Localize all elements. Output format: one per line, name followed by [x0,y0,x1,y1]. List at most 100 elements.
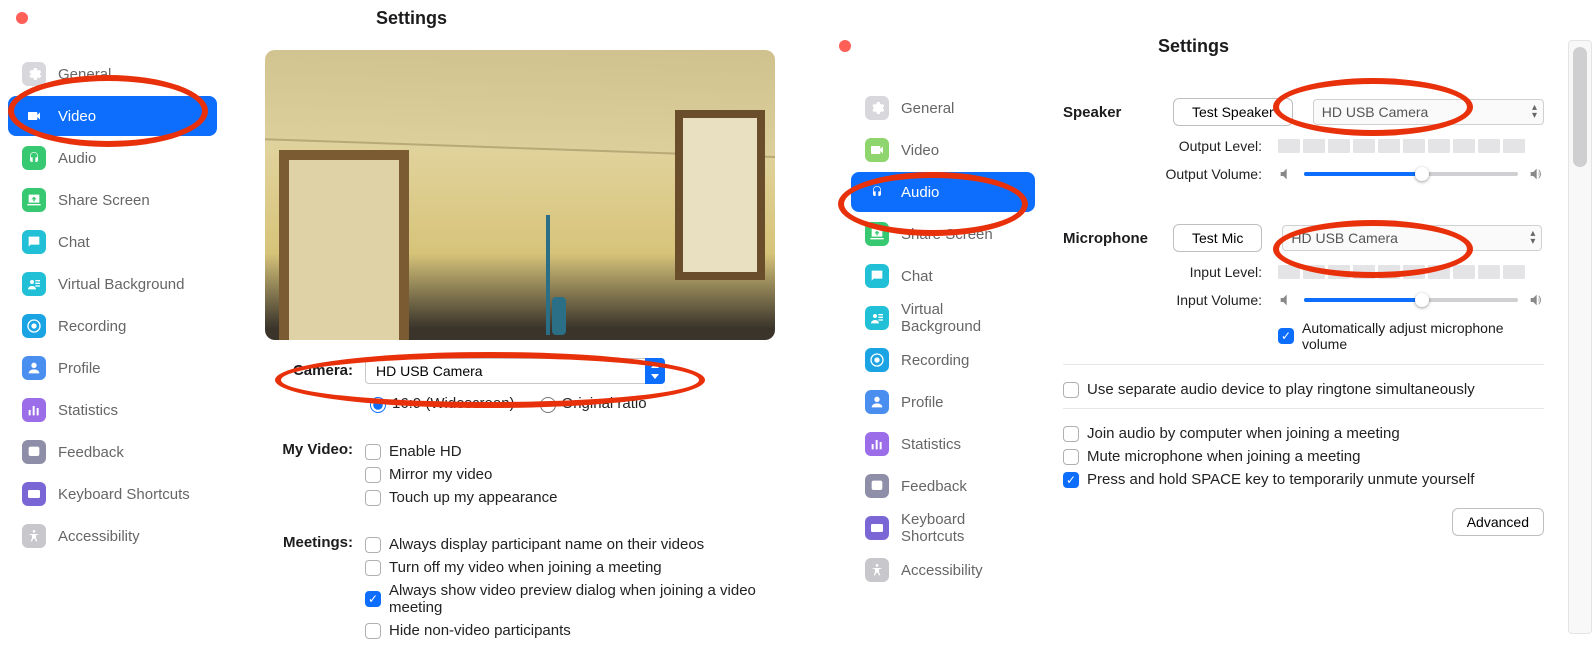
meetings-names-checkbox[interactable] [365,537,381,553]
feedback-icon [865,474,889,498]
ringtone-device-label: Use separate audio device to play ringto… [1087,381,1475,398]
sidebar-item-label: Feedback [901,478,967,495]
myvideo-hd-label: Enable HD [389,443,462,460]
advanced-button[interactable]: Advanced [1452,508,1544,536]
sidebar-item-feedback[interactable]: Feedback [851,466,1035,506]
share-icon [865,222,889,246]
ringtone-device-checkbox[interactable] [1063,382,1079,398]
test-mic-button[interactable]: Test Mic [1173,224,1262,252]
sidebar-item-chat[interactable]: Chat [8,222,217,262]
sidebar-item-share[interactable]: Share Screen [8,180,217,220]
meetings-turnoff-checkbox[interactable] [365,560,381,576]
speaker-device-select[interactable]: HD USB Camera ▴▾ [1313,99,1544,125]
sidebar-item-label: Recording [58,318,126,335]
sidebar-item-profile[interactable]: Profile [851,382,1035,422]
sidebar-item-kbd[interactable]: Keyboard Shortcuts [8,474,217,514]
audio-icon [865,180,889,204]
sidebar-item-video[interactable]: Video [851,130,1035,170]
output-volume-slider[interactable] [1304,172,1518,176]
audio-joinaudio-checkbox[interactable] [1063,426,1079,442]
sidebar-item-stats[interactable]: Statistics [8,390,217,430]
speaker-label: Speaker [1063,104,1173,121]
meetings-hidenv-checkbox[interactable] [365,623,381,639]
myvideo-mirror-label: Mirror my video [389,466,492,483]
sidebar-item-label: Recording [901,352,969,369]
camera-select[interactable]: HD USB Camera [365,358,665,384]
titlebar: Settings [0,0,823,36]
sidebar-item-a11y[interactable]: Accessibility [851,550,1035,590]
scrollbar-thumb[interactable] [1573,47,1587,167]
chat-icon [865,264,889,288]
window-close-button[interactable] [16,12,28,24]
sidebar-item-audio[interactable]: Audio [851,172,1035,212]
input-volume-slider[interactable] [1304,298,1518,302]
sidebar-item-general[interactable]: General [851,88,1035,128]
sidebar-item-label: Audio [58,150,96,167]
sidebar-item-label: Keyboard Shortcuts [901,511,1021,545]
feedback-icon [22,440,46,464]
sidebar-item-label: Video [901,142,939,159]
rec-icon [865,348,889,372]
settings-window-audio: Settings GeneralVideoAudioShare ScreenCh… [823,28,1564,636]
sidebar-item-rec[interactable]: Recording [8,306,217,346]
sidebar-item-label: Share Screen [58,192,150,209]
meetings-names-label: Always display participant name on their… [389,536,704,553]
speaker-low-icon [1278,292,1294,308]
sidebar-item-rec[interactable]: Recording [851,340,1035,380]
sidebar: General Video Audio Share Screen Chat Virtual… [0,44,225,566]
speaker-low-icon [1278,166,1294,182]
sidebar-item-label: Share Screen [901,226,993,243]
mic-device-select[interactable]: HD USB Camera ▴▾ [1282,225,1542,251]
auto-adjust-mic-label: Automatically adjust microphone volume [1302,320,1544,352]
sidebar-item-label: Keyboard Shortcuts [58,486,190,503]
sidebar-item-vbg[interactable]: Virtual Background [8,264,217,304]
sidebar-item-label: Feedback [58,444,124,461]
kbd-icon [865,516,889,540]
settings-window-video: Settings General Video Audio Share Screen Ch… [0,0,823,638]
test-speaker-button[interactable]: Test Speaker [1173,98,1293,126]
window-close-button[interactable] [839,40,851,52]
sidebar-item-label: General [58,66,111,83]
a11y-icon [22,524,46,548]
share-icon [22,188,46,212]
vbg-icon [865,306,889,330]
myvideo-hd-checkbox[interactable] [365,444,381,460]
myvideo-touchup-checkbox[interactable] [365,490,381,506]
sidebar-item-a11y[interactable]: Accessibility [8,516,217,556]
window-title: Settings [376,8,447,29]
chevron-updown-icon: ▴▾ [1532,104,1537,120]
sidebar-item-audio[interactable]: Audio [8,138,217,178]
page-scrollbar[interactable] [1568,40,1592,634]
meetings-preview-checkbox[interactable] [365,591,381,607]
sidebar-item-label: Video [58,108,96,125]
sidebar-item-label: Accessibility [58,528,140,545]
output-volume-label: Output Volume: [1063,166,1278,182]
audio-mutejoin-checkbox[interactable] [1063,449,1079,465]
audio-space-checkbox[interactable] [1063,472,1079,488]
ratio-original-radio[interactable]: Original ratio [535,394,647,413]
sidebar-item-feedback[interactable]: Feedback [8,432,217,472]
sidebar-item-general[interactable]: General [8,54,217,94]
sidebar-item-label: General [901,100,954,117]
sidebar-item-video[interactable]: Video [8,96,217,136]
kbd-icon [22,482,46,506]
sidebar-item-kbd[interactable]: Keyboard Shortcuts [851,508,1035,548]
audio-settings-content: Speaker Test Speaker HD USB Camera ▴▾ Ou… [1063,98,1544,636]
speaker-high-icon [1528,292,1544,308]
sidebar-item-vbg[interactable]: Virtual Background [851,298,1035,338]
sidebar-item-label: Accessibility [901,562,983,579]
sidebar-item-stats[interactable]: Statistics [851,424,1035,464]
stats-icon [865,432,889,456]
sidebar-item-chat[interactable]: Chat [851,256,1035,296]
camera-preview [265,50,775,340]
sidebar-item-share[interactable]: Share Screen [851,214,1035,254]
ratio-widescreen-radio[interactable]: 16:9 (Widescreen) [365,394,515,413]
general-icon [865,96,889,120]
auto-adjust-mic-checkbox[interactable] [1278,328,1294,344]
speaker-high-icon [1528,166,1544,182]
myvideo-mirror-checkbox[interactable] [365,467,381,483]
stats-icon [22,398,46,422]
meetings-turnoff-label: Turn off my video when joining a meeting [389,559,662,576]
sidebar-item-label: Virtual Background [58,276,184,293]
sidebar-item-profile[interactable]: Profile [8,348,217,388]
